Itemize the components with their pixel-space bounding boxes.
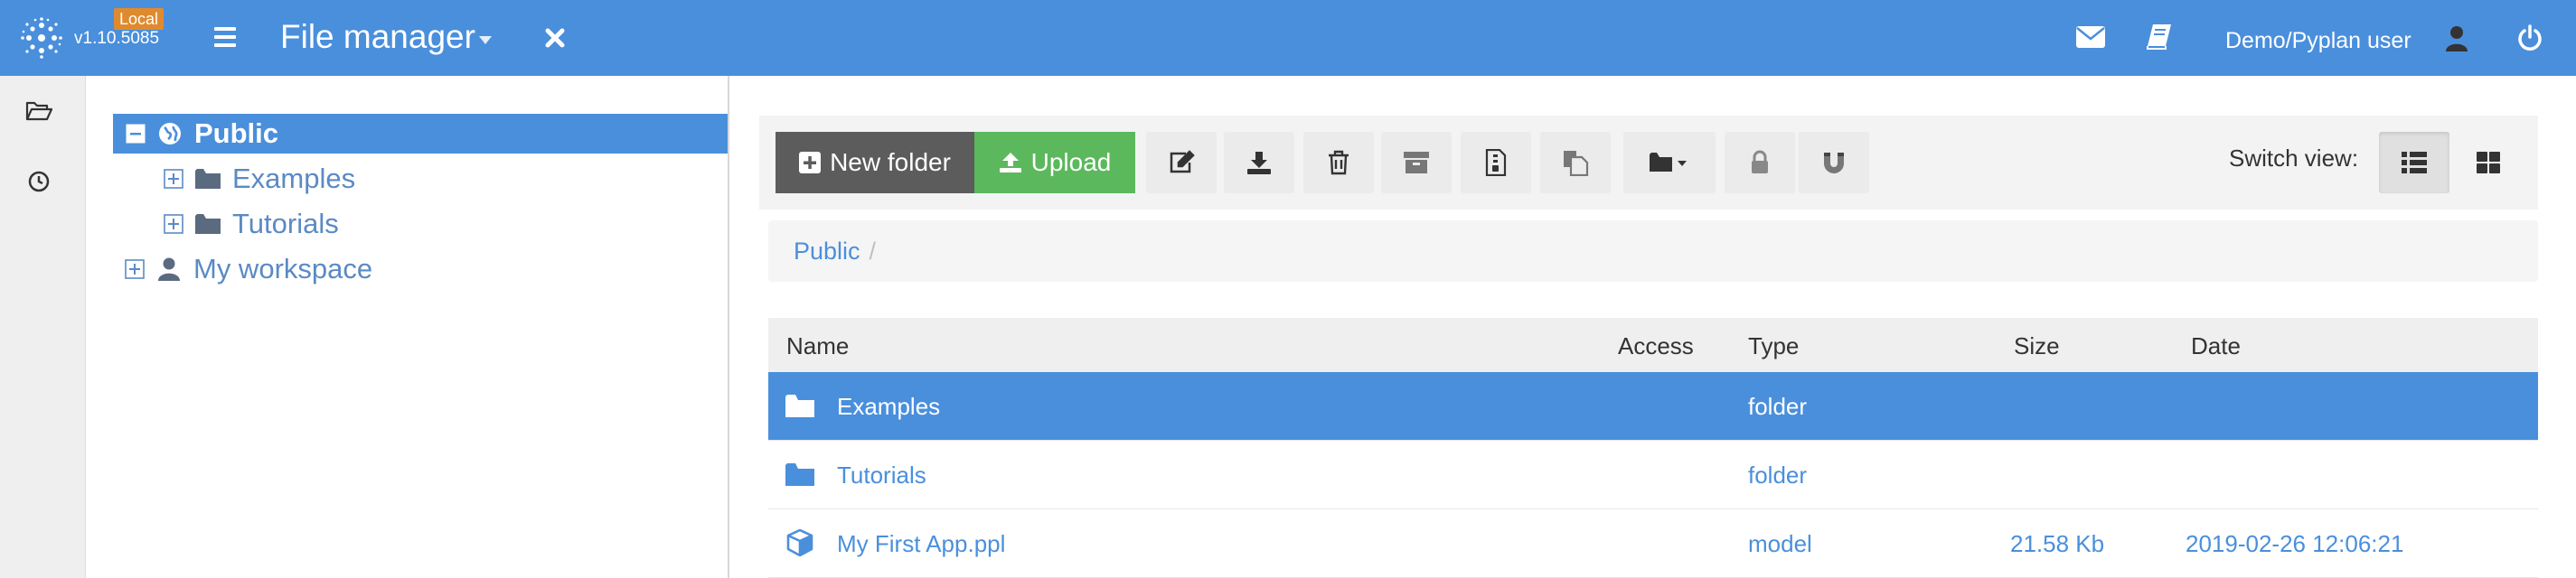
trash-icon [1329,150,1349,175]
top-bar: Local v1.10.5085 File manager Demo/Pypla… [0,0,2576,76]
copy-icon [1564,151,1589,176]
breadcrumb-separator: / [869,237,877,265]
book-icon[interactable] [2146,23,2173,50]
list-view-button[interactable] [2379,132,2449,193]
clock-icon[interactable] [25,168,52,195]
upload-icon [999,153,1021,172]
tree-item-public[interactable]: Public [113,114,728,154]
expand-icon[interactable] [164,214,183,234]
power-icon[interactable] [2516,24,2543,51]
archive-icon [1404,152,1429,173]
column-header-size[interactable]: Size [2014,332,2060,360]
tree-item-label: Tutorials [232,208,339,239]
envelope-icon[interactable] [2075,25,2106,49]
grid-view-button[interactable] [2453,132,2524,193]
caret-down-icon[interactable] [479,36,492,44]
column-header-access[interactable]: Access [1618,332,1694,360]
expand-icon[interactable] [164,169,183,189]
hamburger-menu-icon[interactable] [212,25,239,49]
cube-icon [785,529,815,556]
tree-item-label: Examples [232,163,356,194]
tree-item-tutorials[interactable]: Tutorials [164,204,339,244]
edit-icon [1170,150,1195,173]
download-button[interactable] [1224,132,1294,193]
list-view-icon [2402,152,2427,173]
folder-tree: Public Examples Tutorials My workspace [86,76,729,578]
download-icon [1247,152,1271,174]
plus-icon [799,152,822,173]
folder-icon [194,211,221,237]
file-date: 2019-02-26 12:06:21 [2186,530,2404,557]
user-name[interactable]: Demo/Pyplan user [2225,28,2411,54]
switch-view-label: Switch view: [2229,144,2359,172]
unzip-button[interactable] [1461,132,1531,193]
file-name: My First App.ppl [837,530,1006,557]
column-header-type[interactable]: Type [1748,332,1799,360]
upload-button[interactable]: Upload [974,132,1135,193]
file-name: Tutorials [837,461,926,489]
file-type: folder [1748,461,1808,489]
grid-view-icon [2477,152,2500,173]
folder-icon [785,461,815,488]
copy-button[interactable] [1540,132,1611,193]
magnet-icon [1824,153,1844,173]
table-row[interactable]: My First App.ppl model 21.58 Kb 2019-02-… [768,509,2538,578]
globe-icon [156,121,183,146]
folder-open-icon[interactable] [25,98,52,125]
breadcrumb-item-public[interactable]: Public [794,238,860,266]
file-type: folder [1748,393,1808,420]
rename-button[interactable] [1146,132,1217,193]
collapse-icon[interactable] [126,124,146,144]
magnet-button[interactable] [1799,132,1869,193]
column-header-name[interactable]: Name [786,332,849,360]
file-size: 21.58 Kb [2010,530,2105,557]
move-folder-dropdown[interactable] [1623,132,1716,193]
tree-item-examples[interactable]: Examples [164,159,355,199]
file-table: Name Access Type Size Date Examples fold… [768,318,2538,578]
column-header-date[interactable]: Date [2191,332,2241,360]
close-icon[interactable] [542,25,568,51]
file-toolbar: New folder Upload Switch view: [759,116,2538,210]
tree-item-label: My workspace [193,253,373,284]
compress-button[interactable] [1381,132,1452,193]
table-row[interactable]: Tutorials folder [768,441,2538,509]
user-icon[interactable] [2445,25,2468,52]
file-type: model [1748,530,1812,557]
left-rail [0,76,86,578]
unzip-icon [1485,149,1507,176]
tree-item-my-workspace[interactable]: My workspace [125,249,372,289]
user-icon [155,256,183,282]
upload-label: Upload [1030,148,1112,176]
table-header: Name Access Type Size Date [768,318,2538,372]
pyplan-logo-icon[interactable] [20,16,63,60]
expand-icon[interactable] [125,259,145,279]
file-name: Examples [837,393,941,420]
tree-item-label: Public [194,117,279,149]
delete-button[interactable] [1303,132,1374,193]
new-folder-label: New folder [830,148,951,176]
new-folder-button[interactable]: New folder [776,132,974,193]
breadcrumb: Public / [768,220,2538,282]
folder-icon [785,392,815,419]
app-title-dropdown[interactable]: File manager [280,18,475,56]
environment-badge: Local [114,8,165,30]
version-label: v1.10.5085 [74,29,160,48]
folder-dropdown-icon [1650,153,1687,172]
folder-icon [194,166,221,191]
lock-button[interactable] [1725,132,1795,193]
table-row[interactable]: Examples folder [768,372,2538,441]
lock-icon [1752,150,1768,173]
